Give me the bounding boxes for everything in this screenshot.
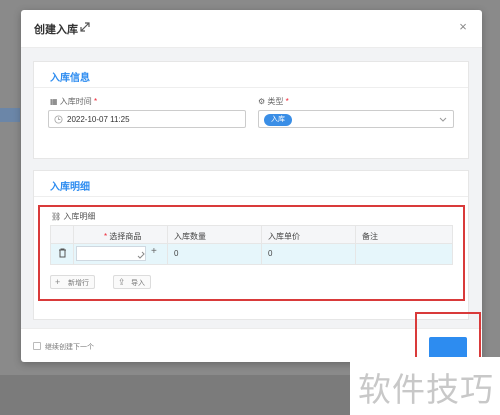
required-mark: * — [285, 97, 289, 106]
link-icon: ⛓ — [51, 212, 62, 221]
link-icon[interactable] — [137, 251, 145, 259]
add-row-label: 新增行 — [68, 280, 89, 287]
detail-section-title: 入库明细 — [34, 171, 468, 197]
upload-icon: ⇪ — [118, 277, 126, 287]
required-mark: * — [104, 232, 108, 241]
quantity-cell[interactable]: 0 — [168, 244, 262, 264]
header-product-label: 选择商品 — [109, 232, 142, 241]
header-unit-price: 入库单价 — [262, 226, 356, 243]
time-field-label: ▦ 入库时间 * — [50, 96, 97, 107]
time-value: 2022-10-07 11:25 — [67, 115, 130, 124]
close-icon[interactable]: × — [457, 20, 469, 33]
product-cell: + — [74, 244, 168, 264]
add-product-icon[interactable]: + — [151, 247, 157, 257]
info-section: 入库信息 ▦ 入库时间 * 2022-10-07 11:25 ⚙ 类型 * 入库 — [33, 61, 469, 159]
chevron-down-icon — [439, 117, 447, 122]
calendar-icon: ▦ — [50, 97, 58, 106]
table-header: * 选择商品 入库数量 入库单价 备注 — [51, 226, 452, 244]
plus-icon: + — [55, 277, 61, 287]
remark-cell[interactable] — [356, 244, 452, 264]
row-action-cell — [51, 244, 74, 264]
clock-icon — [54, 115, 63, 124]
type-select[interactable]: 入库 — [258, 110, 454, 128]
type-tag: 入库 — [264, 114, 292, 126]
type-field-label: ⚙ 类型 * — [258, 96, 289, 107]
time-input[interactable]: 2022-10-07 11:25 — [48, 110, 246, 128]
header-remark: 备注 — [362, 232, 378, 241]
detail-caption-text: 入库明细 — [63, 212, 96, 221]
continue-checkbox[interactable] — [33, 342, 41, 350]
watermark: 软件技巧 — [350, 357, 500, 415]
watermark-text: 软件技巧 — [358, 370, 494, 409]
dialog-title: 创建入库 — [34, 24, 78, 36]
import-button[interactable]: ⇪ 导入 — [113, 275, 151, 289]
detail-table: * 选择商品 入库数量 入库单价 备注 + 0 0 — [50, 225, 453, 265]
trash-icon[interactable] — [58, 248, 67, 258]
header-action-cell — [51, 226, 74, 243]
import-label: 导入 — [131, 280, 145, 287]
create-stock-in-dialog: 创建入库 × 入库信息 ▦ 入库时间 * 2022-10-07 11:25 ⚙ — [21, 10, 482, 362]
continue-label[interactable]: 继续创建下一个 — [45, 342, 94, 352]
header-product: * 选择商品 — [74, 226, 168, 243]
settings-icon: ⚙ — [258, 97, 266, 106]
table-row: + 0 0 — [51, 244, 452, 264]
info-section-title: 入库信息 — [34, 62, 468, 88]
dialog-body: 入库信息 ▦ 入库时间 * 2022-10-07 11:25 ⚙ 类型 * 入库 — [21, 48, 482, 328]
required-mark: * — [94, 97, 98, 106]
add-row-button[interactable]: + 新增行 — [50, 275, 95, 289]
dialog-header: 创建入库 × — [21, 10, 482, 48]
detail-table-caption: ⛓ 入库明细 — [51, 211, 95, 222]
header-quantity: 入库数量 — [168, 226, 262, 243]
expand-icon[interactable] — [79, 21, 91, 33]
product-input[interactable] — [76, 246, 146, 261]
detail-section: 入库明细 ⛓ 入库明细 * 选择商品 入库数量 入库单价 备注 + 0 0 + … — [33, 170, 469, 320]
background-nav-highlight — [0, 108, 20, 122]
type-label-text: 类型 — [267, 97, 284, 106]
time-label-text: 入库时间 — [59, 97, 92, 106]
unit-price-cell[interactable]: 0 — [262, 244, 356, 264]
